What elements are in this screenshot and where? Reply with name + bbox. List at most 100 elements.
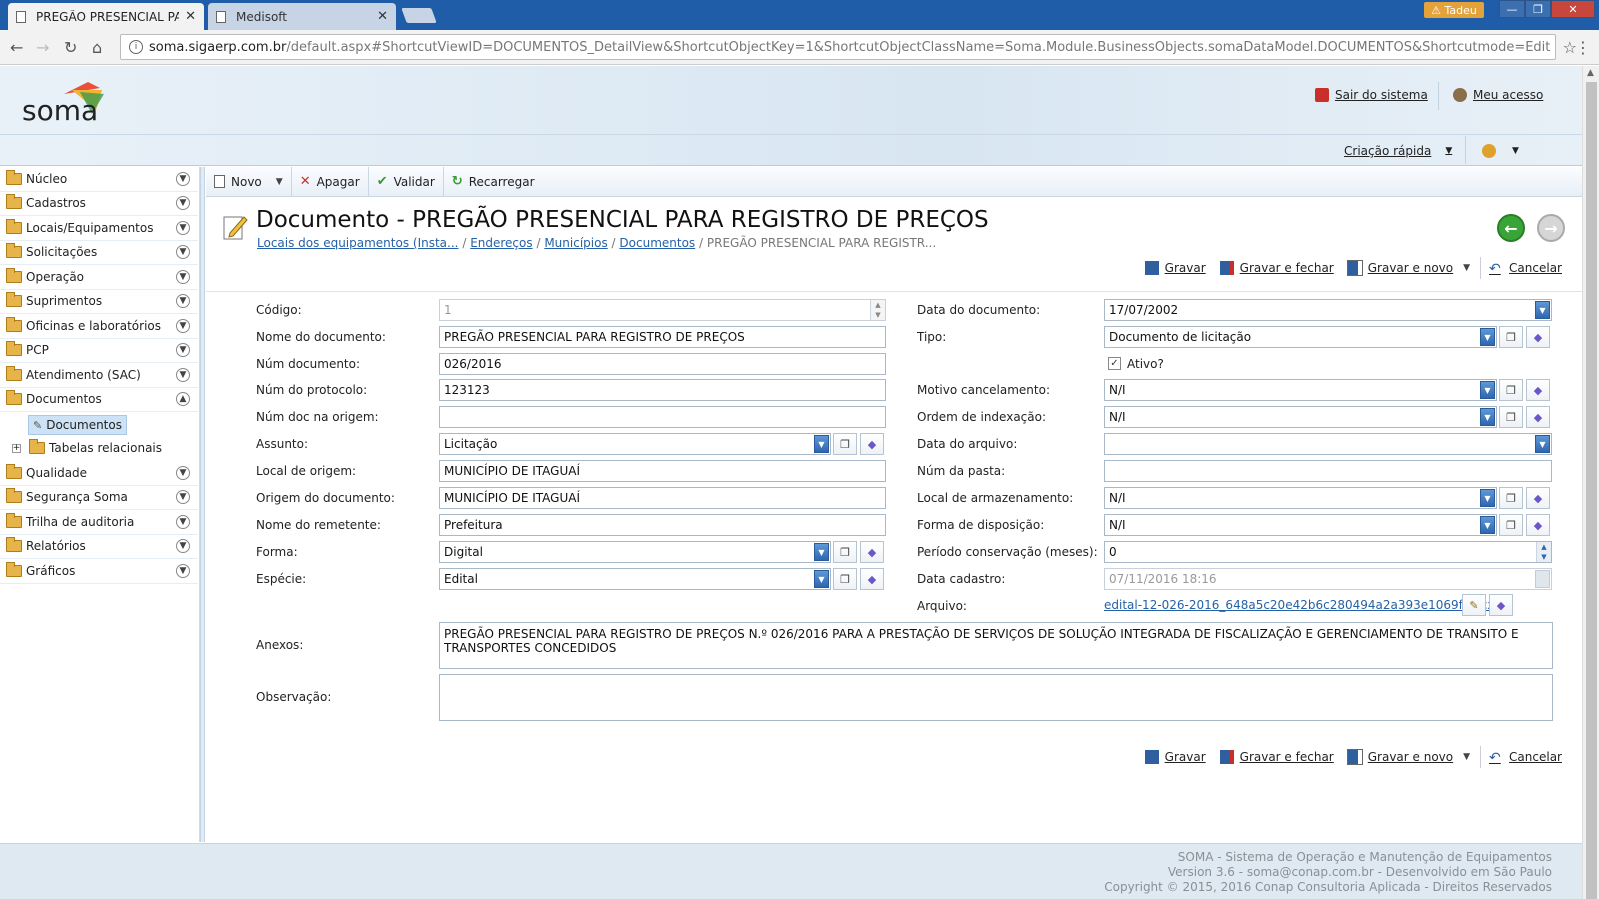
sidebar-item-seguranca[interactable]: Segurança Soma ▼ — [0, 485, 198, 510]
armazen-select[interactable]: N/I — [1104, 487, 1497, 509]
collapse-icon[interactable]: ▲ — [176, 392, 190, 406]
armazen-copy-button[interactable]: ❐ — [1499, 487, 1523, 509]
assunto-select[interactable]: Licitação — [439, 433, 831, 455]
sidebar-item-pcp[interactable]: PCP ▼ — [0, 338, 198, 363]
ativo-checkbox[interactable]: ✓ — [1108, 357, 1121, 370]
expand-icon[interactable]: ▼ — [176, 368, 190, 382]
theme-dropdown[interactable]: ▼ — [1482, 144, 1519, 158]
data-arquivo-input[interactable] — [1104, 433, 1552, 455]
data-doc-calendar-button[interactable]: ▼ — [1535, 301, 1550, 319]
breadcrumb-link-enderecos[interactable]: Endereços — [470, 236, 532, 250]
num-documento-input[interactable]: 026/2016 — [439, 353, 886, 375]
breadcrumb-link-municipios[interactable]: Municípios — [544, 236, 607, 250]
quick-create-dropdown[interactable]: Criação rápida ▼ — [1344, 144, 1452, 158]
sidebar-item-qualidade[interactable]: Qualidade ▼ — [0, 461, 198, 486]
armazen-dropdown-button[interactable]: ▼ — [1480, 489, 1495, 507]
expand-icon[interactable]: ▼ — [176, 270, 190, 284]
especie-clear-button[interactable]: ◆ — [860, 568, 884, 590]
nome-documento-input[interactable]: PREGÃO PRESENCIAL PARA REGISTRO DE PREÇO… — [439, 326, 886, 348]
breadcrumb-link-locais[interactable]: Locais dos equipamentos (Insta... — [257, 236, 458, 250]
url-input[interactable]: i soma.sigaerp.com.br/default.aspx#Short… — [120, 34, 1556, 60]
forward-arrow-icon[interactable]: → — [36, 38, 49, 57]
local-origem-input[interactable]: MUNICÍPIO DE ITAGUAÍ — [439, 460, 886, 482]
scroll-up-icon[interactable]: ▲ — [1587, 68, 1594, 78]
expand-icon[interactable]: ▼ — [176, 294, 190, 308]
window-close-icon[interactable]: ✕ — [1551, 0, 1595, 18]
cancel-button[interactable]: ↶ Cancelar — [1489, 261, 1562, 277]
chevron-down-icon[interactable]: ▼ — [1463, 263, 1470, 273]
sidebar-item-relatorios[interactable]: Relatórios ▼ — [0, 534, 198, 559]
sidebar-item-cadastros[interactable]: Cadastros ▼ — [0, 191, 198, 216]
forma-copy-button[interactable]: ❐ — [833, 541, 857, 563]
home-icon[interactable]: ⌂ — [92, 38, 102, 57]
motivo-select[interactable]: N/I — [1104, 379, 1497, 401]
breadcrumb-link-documentos[interactable]: Documentos — [619, 236, 695, 250]
save-new-button[interactable]: Gravar e novo — [1346, 749, 1453, 765]
sidebar-item-trilha[interactable]: Trilha de auditoria ▼ — [0, 510, 198, 535]
my-access-link[interactable]: Meu acesso — [1453, 88, 1543, 102]
spin-up-icon[interactable]: ▲ — [1537, 542, 1551, 552]
tab-medisoft[interactable]: Medisoft ✕ — [208, 3, 396, 30]
save-button[interactable]: Gravar — [1144, 750, 1206, 764]
minimize-icon[interactable]: — — [1499, 0, 1525, 18]
disposicao-clear-button[interactable]: ◆ — [1526, 514, 1550, 536]
tab-pregao[interactable]: PREGÃO PRESENCIAL PA ✕ — [8, 3, 204, 30]
save-close-button[interactable]: Gravar e fechar — [1219, 261, 1334, 275]
especie-dropdown-button[interactable]: ▼ — [814, 570, 829, 588]
tree-expand-icon[interactable]: + — [12, 443, 21, 453]
expand-icon[interactable]: ▼ — [176, 319, 190, 333]
previous-record-button[interactable]: ← — [1497, 214, 1525, 242]
next-record-button[interactable]: → — [1537, 214, 1565, 242]
expand-icon[interactable]: ▼ — [176, 490, 190, 504]
origem-documento-input[interactable]: MUNICÍPIO DE ITAGUAÍ — [439, 487, 886, 509]
sidebar-item-documentos[interactable]: Documentos ▲ — [0, 387, 198, 412]
assunto-clear-button[interactable]: ◆ — [860, 433, 884, 455]
expand-icon[interactable]: ▼ — [176, 196, 190, 210]
periodo-input[interactable]: 0 ▲ ▼ — [1104, 541, 1552, 563]
expand-icon[interactable]: ▼ — [176, 343, 190, 357]
sidebar-item-nucleo[interactable]: Núcleo ▼ — [0, 167, 198, 192]
disposicao-copy-button[interactable]: ❐ — [1499, 514, 1523, 536]
sidebar-item-graficos[interactable]: Gráficos ▼ — [0, 559, 198, 584]
spin-down-icon[interactable]: ▼ — [1537, 552, 1551, 562]
validate-button[interactable]: ✔ Validar — [369, 167, 444, 196]
reload-button[interactable]: ↻ Recarregar — [444, 167, 543, 196]
periodo-spinner[interactable]: ▲ ▼ — [1536, 542, 1551, 562]
armazen-clear-button[interactable]: ◆ — [1526, 487, 1550, 509]
motivo-dropdown-button[interactable]: ▼ — [1480, 381, 1495, 399]
disposicao-select[interactable]: N/I — [1104, 514, 1497, 536]
nome-remetente-input[interactable]: Prefeitura — [439, 514, 886, 536]
num-pasta-input[interactable] — [1104, 460, 1552, 482]
cancel-button[interactable]: ↶ Cancelar — [1489, 750, 1562, 766]
close-icon[interactable]: ✕ — [185, 9, 196, 24]
save-close-button[interactable]: Gravar e fechar — [1219, 750, 1334, 764]
app-logo[interactable]: soma — [22, 94, 98, 127]
forma-dropdown-button[interactable]: ▼ — [814, 543, 829, 561]
forma-clear-button[interactable]: ◆ — [860, 541, 884, 563]
sidebar-item-operacao[interactable]: Operação ▼ — [0, 265, 198, 290]
sidebar-item-oficinas[interactable]: Oficinas e laboratórios ▼ — [0, 314, 198, 339]
browser-menu-icon[interactable]: ⋮ — [1575, 38, 1591, 57]
ordem-copy-button[interactable]: ❐ — [1499, 406, 1523, 428]
save-new-button[interactable]: Gravar e novo — [1346, 260, 1453, 276]
logout-link[interactable]: Sair do sistema — [1315, 88, 1428, 102]
expand-icon[interactable]: ▼ — [176, 245, 190, 259]
scrollbar-thumb[interactable] — [1586, 82, 1597, 899]
motivo-copy-button[interactable]: ❐ — [1499, 379, 1523, 401]
ordem-select[interactable]: N/I — [1104, 406, 1497, 428]
info-icon[interactable]: i — [129, 40, 143, 54]
expand-icon[interactable]: ▼ — [176, 564, 190, 578]
disposicao-dropdown-button[interactable]: ▼ — [1480, 516, 1495, 534]
sidebar-item-solicitacoes[interactable]: Solicitações ▼ — [0, 240, 198, 265]
data-arquivo-calendar-button[interactable]: ▼ — [1535, 435, 1550, 453]
sidebar-splitter[interactable] — [200, 167, 205, 842]
ordem-dropdown-button[interactable]: ▼ — [1480, 408, 1495, 426]
close-icon[interactable]: ✕ — [377, 9, 388, 24]
forma-select[interactable]: Digital — [439, 541, 831, 563]
especie-copy-button[interactable]: ❐ — [833, 568, 857, 590]
anexos-textarea[interactable]: PREGÃO PRESENCIAL PARA REGISTRO DE PREÇO… — [439, 622, 1553, 669]
sidebar-subitem-tabelas[interactable]: + Tabelas relacionais — [12, 438, 162, 458]
arquivo-edit-button[interactable]: ✎ — [1462, 594, 1486, 616]
assunto-dropdown-button[interactable]: ▼ — [814, 435, 829, 453]
tipo-clear-button[interactable]: ◆ — [1526, 326, 1550, 348]
